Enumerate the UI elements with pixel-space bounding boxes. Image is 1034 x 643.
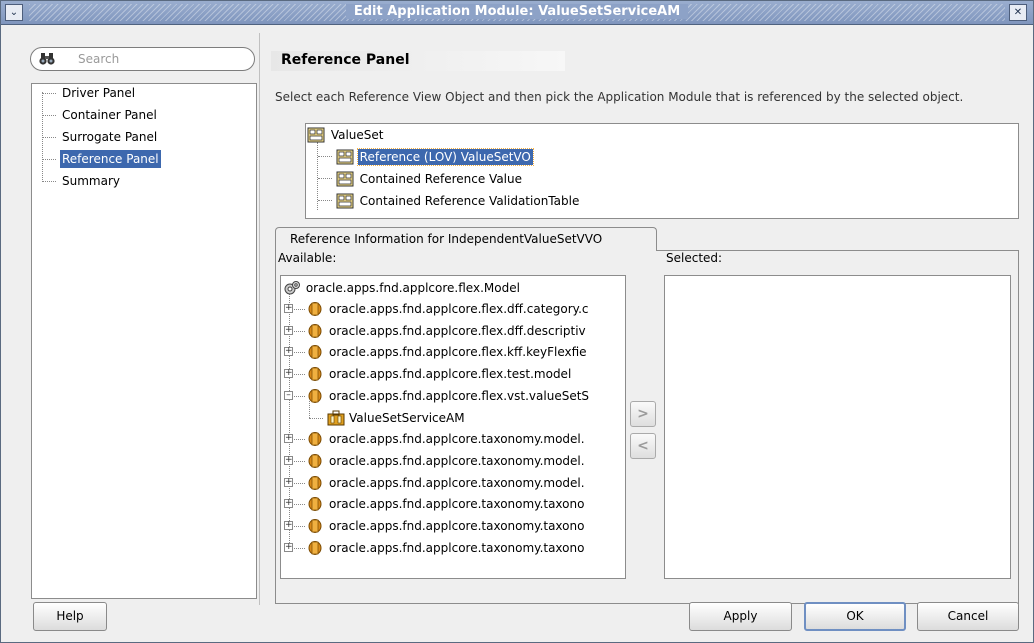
tree-node-label: Contained Reference Value — [359, 171, 522, 186]
expand-icon[interactable]: + — [284, 347, 293, 357]
package-icon — [308, 323, 322, 338]
expand-icon[interactable]: + — [284, 455, 293, 465]
expand-icon[interactable]: + — [284, 477, 293, 487]
view-object-icon — [336, 149, 354, 164]
tree-node-contained-reference-validationtable[interactable]: Contained Reference ValidationTable — [318, 190, 581, 210]
expand-icon[interactable]: + — [284, 369, 293, 379]
window-title: Edit Application Module: ValueSetService… — [1, 4, 1033, 19]
nav-item-label: Surrogate Panel — [62, 130, 158, 144]
package-icon — [308, 432, 322, 447]
title-bar: Edit Application Module: ValueSetService… — [1, 1, 1033, 25]
expand-icon[interactable]: + — [284, 304, 293, 313]
window-menu-button[interactable]: ⌄ — [5, 4, 23, 21]
apply-button-label: Apply — [723, 609, 758, 623]
package-icon — [308, 540, 322, 555]
nav-item-label: Container Panel — [62, 108, 157, 122]
tree-node-label: Contained Reference ValidationTable — [359, 193, 580, 208]
tree-connector — [294, 547, 305, 549]
view-object-icon — [336, 171, 354, 186]
close-button[interactable]: ✕ — [1009, 4, 1027, 21]
search-placeholder: Search — [78, 52, 120, 66]
tree-node-contained-reference-value[interactable]: Contained Reference Value — [318, 168, 524, 188]
available-list[interactable]: oracle.apps.fnd.applcore.flex.Model + ora… — [280, 275, 626, 579]
nav-item-label: Driver Panel — [62, 86, 136, 100]
tab-reference-information[interactable]: Reference Information for IndependentVal… — [275, 227, 657, 251]
nav-item-label: Summary — [62, 174, 120, 188]
tree-node-label: oracle.apps.fnd.applcore.taxonomy.taxono — [329, 497, 585, 512]
package-icon — [308, 497, 322, 512]
tree-connector — [294, 439, 305, 441]
cancel-button-label: Cancel — [947, 609, 989, 623]
view-object-icon — [336, 193, 354, 208]
expand-icon[interactable]: + — [284, 499, 293, 509]
tree-connector — [294, 330, 305, 332]
tree-node-reference-lov[interactable]: Reference (LOV) ValueSetVO — [318, 146, 534, 166]
search-input[interactable]: Search — [30, 47, 255, 71]
tree-node-label: oracle.apps.fnd.applcore.flex.dff.descri… — [329, 323, 586, 338]
package-icon — [308, 519, 322, 533]
reference-tree: ValueSet Reference (LOV) ValueSetVO Cont… — [305, 123, 1019, 219]
collapse-icon[interactable]: – — [284, 390, 293, 400]
package-icon — [308, 453, 322, 468]
tree-connector — [294, 395, 305, 397]
tree-connector — [309, 417, 323, 419]
navigation-list: Driver Panel Container Panel Surrogate P… — [31, 83, 257, 599]
tab-label: Reference Information for IndependentVal… — [290, 232, 603, 246]
application-module-icon — [327, 410, 345, 425]
tree-connector — [294, 504, 305, 506]
expand-icon[interactable]: + — [284, 521, 293, 530]
tree-node-label: oracle.apps.fnd.applcore.taxonomy.model. — [329, 432, 585, 447]
apply-button[interactable]: Apply — [689, 602, 792, 631]
tree-connector — [294, 460, 305, 462]
tree-node-label: oracle.apps.fnd.applcore.taxonomy.taxono — [329, 519, 585, 533]
ok-button[interactable]: OK — [804, 602, 906, 631]
tree-node-label: oracle.apps.fnd.applcore.taxonomy.model. — [329, 475, 585, 490]
tree-node-label: oracle.apps.fnd.applcore.flex.dff.catego… — [329, 302, 589, 316]
selected-label: Selected: — [666, 251, 723, 265]
move-right-button[interactable]: > — [630, 401, 656, 427]
available-root[interactable]: oracle.apps.fnd.applcore.flex.Model — [284, 276, 522, 298]
panel-header: Reference Panel — [271, 51, 565, 71]
tree-connector — [294, 526, 305, 527]
view-object-icon — [307, 127, 325, 142]
dialog-window: Edit Application Module: ValueSetService… — [0, 0, 1034, 643]
project-gears-icon — [284, 280, 300, 294]
ok-button-label: OK — [846, 609, 864, 623]
tree-connector — [294, 309, 305, 310]
tree-node-label: oracle.apps.fnd.applcore.flex.Model — [305, 280, 520, 295]
tree-connector — [294, 374, 305, 376]
tree-node-label: oracle.apps.fnd.applcore.flex.vst.valueS… — [329, 388, 590, 403]
cancel-button[interactable]: Cancel — [917, 602, 1019, 631]
expand-icon[interactable]: + — [284, 325, 293, 335]
package-icon — [308, 475, 322, 490]
package-icon — [308, 302, 322, 316]
tree-node-label: ValueSetServiceAM — [349, 410, 465, 425]
tree-root-valueset[interactable]: ValueSet — [307, 124, 386, 144]
tree-node-label: oracle.apps.fnd.applcore.taxonomy.model. — [329, 453, 585, 468]
tree-node-label: ValueSet — [330, 127, 384, 142]
binoculars-icon — [39, 53, 55, 65]
pane-divider[interactable] — [259, 33, 260, 605]
package-icon — [308, 367, 322, 382]
help-button-label: Help — [56, 609, 84, 623]
selected-list[interactable] — [664, 275, 1011, 579]
expand-icon[interactable]: + — [284, 542, 293, 552]
package-icon — [308, 345, 322, 360]
available-label: Available: — [278, 251, 337, 265]
tree-connector — [294, 352, 305, 354]
help-button[interactable]: Help — [33, 602, 107, 631]
tree-connector — [309, 400, 310, 418]
move-left-button[interactable]: < — [630, 433, 656, 459]
nav-item-label: Reference Panel — [60, 150, 161, 168]
panel-description: Select each Reference View Object and th… — [275, 90, 964, 104]
tree-node-label: oracle.apps.fnd.applcore.taxonomy.taxono — [329, 540, 585, 555]
tree-node-label: oracle.apps.fnd.applcore.flex.kff.keyFle… — [329, 345, 587, 360]
expand-icon[interactable]: + — [284, 434, 293, 444]
left-pane: Search Driver Panel Container Panel Surr… — [9, 33, 258, 599]
tree-node-label: Reference (LOV) ValueSetVO — [356, 147, 534, 166]
tree-connector — [294, 482, 305, 484]
page-title: Reference Panel — [281, 52, 410, 68]
tree-node-label: oracle.apps.fnd.applcore.flex.test.model — [329, 367, 572, 382]
